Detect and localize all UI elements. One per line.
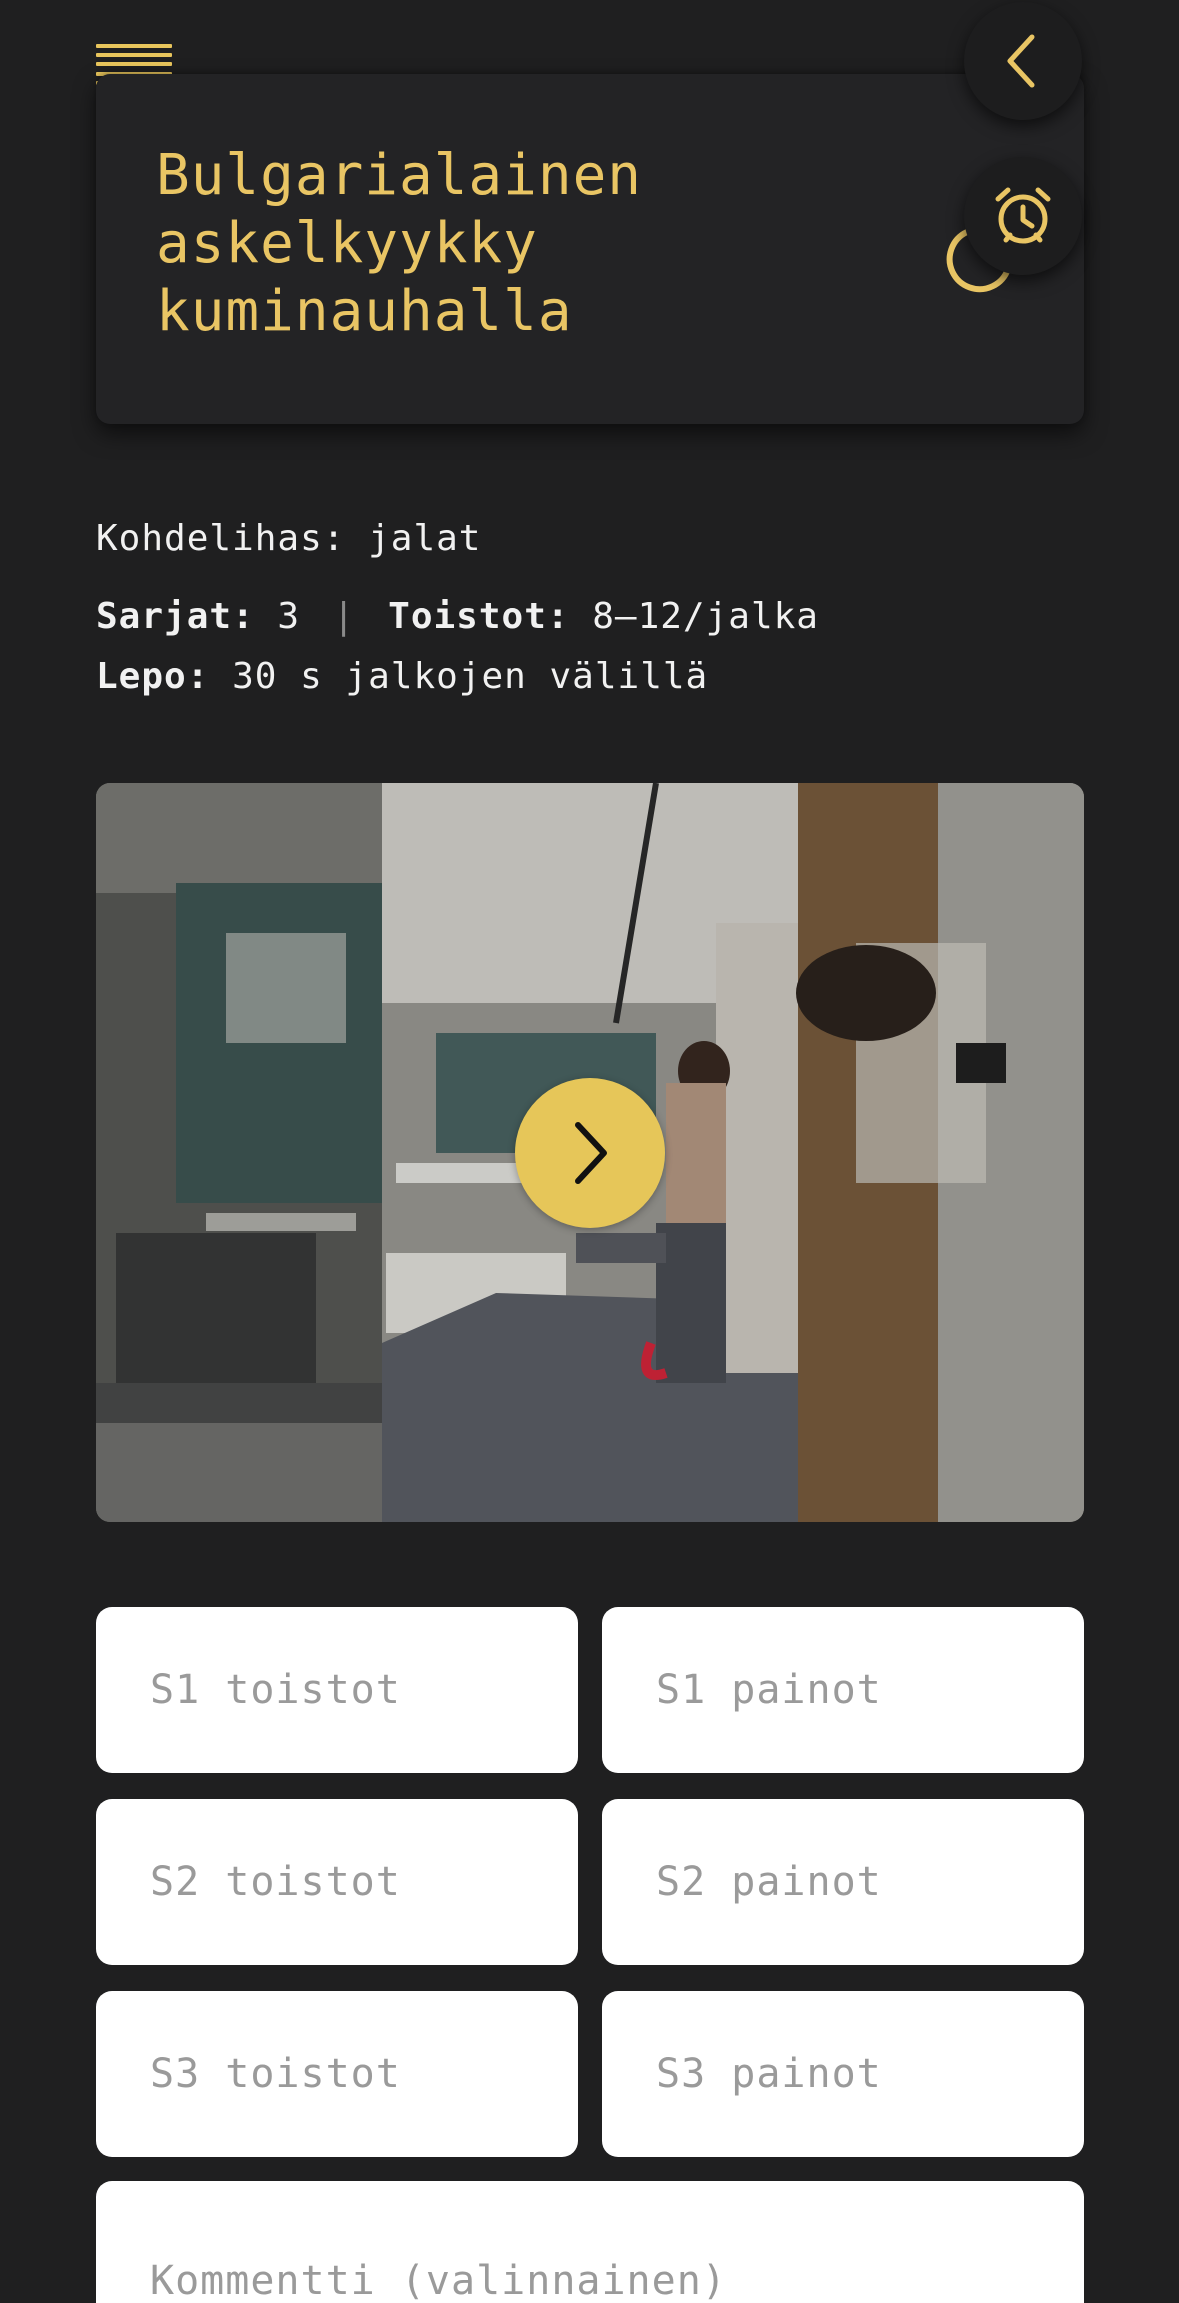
reps-value: 8–12/jalka xyxy=(592,596,819,637)
timer-button[interactable] xyxy=(964,157,1082,275)
comment-input[interactable] xyxy=(96,2181,1084,2303)
next-image-button[interactable] xyxy=(515,1078,665,1228)
exercise-title-card: Bulgarialainen askelkyykky kuminauhalla xyxy=(96,74,1084,424)
reps-label: Toistot: xyxy=(388,596,570,637)
target-muscle: Kohdelihas: jalat xyxy=(96,518,481,559)
exercise-page: Bulgarialainen askelkyykky kuminauhalla … xyxy=(0,0,1179,2303)
sets-reps: Sarjat: 3 | Toistot: 8–12/jalka xyxy=(96,596,819,637)
s3-reps-input[interactable] xyxy=(96,1991,578,2157)
s2-weight-input[interactable] xyxy=(602,1799,1084,1965)
chevron-left-icon xyxy=(1007,34,1035,88)
target-value: jalat xyxy=(368,518,482,559)
rest-value: 30 s jalkojen välillä xyxy=(232,656,709,697)
title-line-3: kuminauhalla xyxy=(156,279,573,344)
target-label: Kohdelihas: xyxy=(96,518,346,559)
rest-label: Lepo: xyxy=(96,656,210,697)
alarm-clock-icon xyxy=(995,187,1051,244)
sets-label: Sarjat: xyxy=(96,596,255,637)
sets-value: 3 xyxy=(277,596,301,637)
s1-weight-input[interactable] xyxy=(602,1607,1084,1773)
title-line-1: Bulgarialainen xyxy=(156,143,643,208)
chevron-right-icon xyxy=(575,1122,607,1184)
rest-info: Lepo: 30 s jalkojen välillä xyxy=(96,656,708,697)
exercise-title: Bulgarialainen askelkyykky kuminauhalla xyxy=(156,142,916,346)
s2-reps-input[interactable] xyxy=(96,1799,578,1965)
separator: | xyxy=(332,596,356,637)
s1-reps-input[interactable] xyxy=(96,1607,578,1773)
back-button[interactable] xyxy=(964,2,1082,120)
s3-weight-input[interactable] xyxy=(602,1991,1084,2157)
title-line-2: askelkyykky xyxy=(156,211,538,276)
